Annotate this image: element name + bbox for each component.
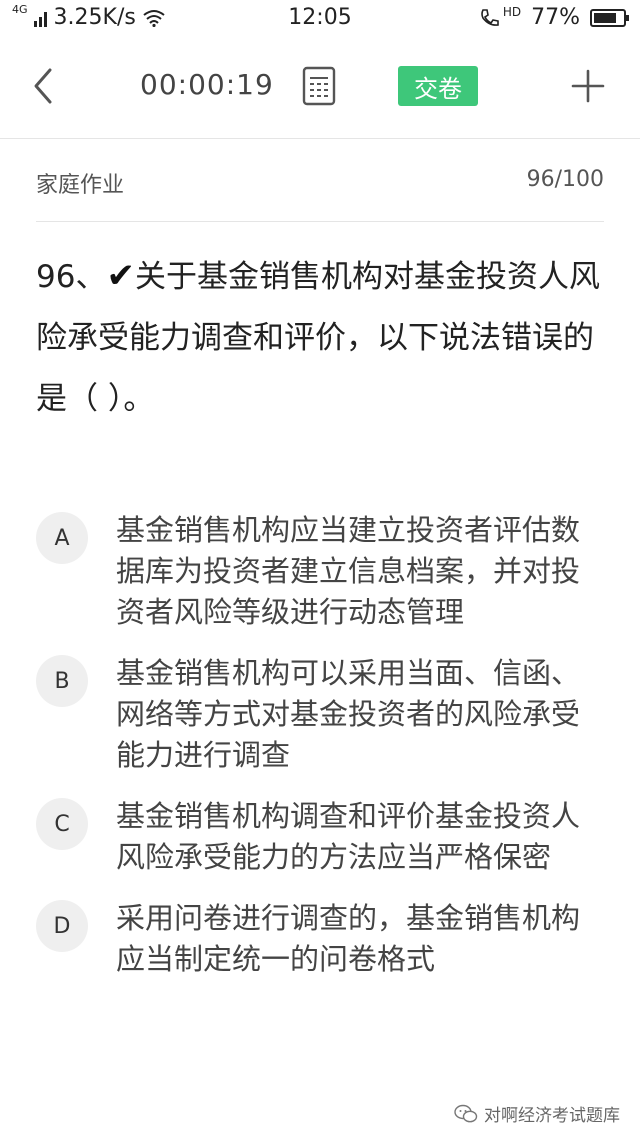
submit-exam-button[interactable]: 交卷 [398, 66, 478, 106]
chevron-left-icon [34, 68, 52, 104]
option-letter[interactable]: B [36, 655, 88, 707]
hd-badge: HD [502, 4, 522, 19]
option-text[interactable]: 基金销售机构调查和评价基金投资人风险承受能力的方法应当严格保密 [116, 796, 606, 878]
exam-timer: 00:00:19 [140, 68, 274, 101]
option-b[interactable]: B 基金销售机构可以采用当面、信函、网络等方式对基金投资者的风险承受能力进行调查 [36, 653, 606, 776]
option-a[interactable]: A 基金销售机构应当建立投资者评估数据库为投资者建立信息档案，并对投资者风险等级… [36, 510, 606, 633]
check-mark-icon: ✔ [106, 256, 135, 296]
option-letter[interactable]: C [36, 798, 88, 850]
status-right: HD 77% [479, 4, 629, 30]
exam-toolbar: 00:00:19 交卷 [0, 34, 640, 139]
category-label: 家庭作业 [36, 173, 125, 198]
watermark-text: 对啊经济考试题库 [484, 1106, 620, 1126]
answer-sheet-icon [302, 66, 336, 106]
option-letter[interactable]: D [36, 900, 88, 952]
question-progress: 96/100 [526, 167, 604, 192]
plus-icon [571, 69, 605, 103]
battery-icon [590, 8, 629, 27]
option-text[interactable]: 采用问卷进行调查的，基金销售机构应当制定统一的问卷格式 [116, 898, 606, 980]
option-text[interactable]: 基金销售机构可以采用当面、信函、网络等方式对基金投资者的风险承受能力进行调查 [116, 653, 606, 776]
back-button[interactable] [24, 62, 64, 110]
question-number: 96、 [36, 259, 107, 295]
call-icon [481, 8, 499, 26]
wechat-icon [454, 1104, 478, 1122]
answer-sheet-button[interactable] [302, 66, 336, 106]
question-info-bar: 家庭作业 96/100 [36, 139, 604, 222]
option-d[interactable]: D 采用问卷进行调查的，基金销售机构应当制定统一的问卷格式 [36, 898, 606, 980]
option-text[interactable]: 基金销售机构应当建立投资者评估数据库为投资者建立信息档案，并对投资者风险等级进行… [116, 510, 606, 633]
battery-percent: 77% [531, 5, 580, 30]
question-text: 96、✔关于基金销售机构对基金投资人风险承受能力调查和评价，以下说法错误的是（ … [36, 246, 606, 430]
battery-fill [594, 12, 616, 23]
watermark: 对啊经济考试题库 [454, 1101, 620, 1126]
option-letter[interactable]: A [36, 512, 88, 564]
option-c[interactable]: C 基金销售机构调查和评价基金投资人风险承受能力的方法应当严格保密 [36, 796, 606, 878]
answer-options: A 基金销售机构应当建立投资者评估数据库为投资者建立信息档案，并对投资者风险等级… [36, 510, 606, 1000]
status-bar: 4G 3.25K/s 12:05 HD 77% [0, 0, 640, 34]
add-button[interactable] [570, 68, 606, 104]
